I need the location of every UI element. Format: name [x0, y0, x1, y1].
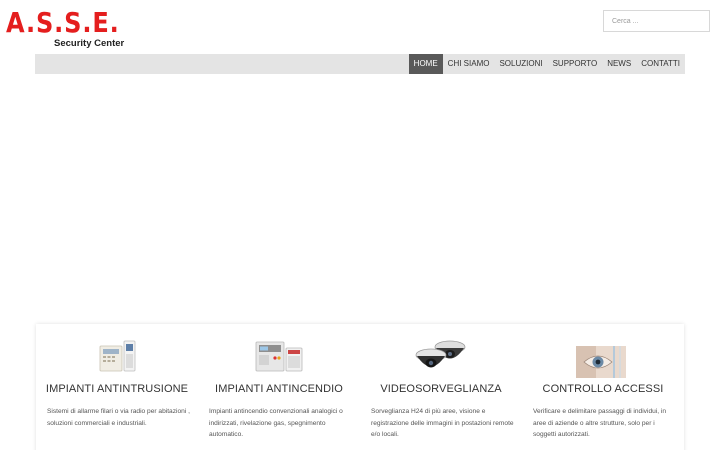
feature-antintrusione: IMPIANTI ANTINTRUSIONE Sistemi di allarm… [36, 324, 198, 450]
feature-title: IMPIANTI ANTINCENDIO [215, 383, 343, 395]
main-navigation: HOME CHI SIAMO SOLUZIONI SUPPORTO NEWS C… [35, 54, 685, 74]
feature-description: Verificare e delimitare passaggi di indi… [533, 408, 667, 438]
nav-menu: HOME CHI SIAMO SOLUZIONI SUPPORTO NEWS C… [408, 54, 685, 74]
nav-item-news[interactable]: NEWS [602, 54, 636, 74]
nav-item-chi-siamo[interactable]: CHI SIAMO [443, 54, 495, 74]
feature-description: Sorveglianza H24 di più aree, visione e … [371, 408, 514, 438]
feature-title: IMPIANTI ANTINTRUSIONE [45, 383, 189, 395]
alarm-panel-icon [99, 340, 136, 372]
logo-tagline: Security Center [54, 38, 125, 49]
feature-title: VIDEOSORVEGLIANZA [380, 383, 502, 395]
nav-item-home[interactable]: HOME [408, 54, 443, 74]
search-input[interactable] [603, 10, 710, 32]
nav-item-soluzioni[interactable]: SOLUZIONI [494, 54, 547, 74]
nav-item-contatti[interactable]: CONTATTI [636, 54, 685, 74]
dome-cameras-icon [415, 340, 466, 368]
eye-scan-icon [576, 346, 626, 378]
feature-videosorveglianza: VIDEOSORVEGLIANZA Sorveglianza H24 di pi… [360, 324, 522, 450]
features-section: IMPIANTI ANTINTRUSIONE Sistemi di allarm… [36, 324, 684, 450]
nav-item-supporto[interactable]: SUPPORTO [548, 54, 603, 74]
site-logo[interactable]: A.S.S.E. Security Center [6, 8, 130, 50]
feature-controllo-accessi: CONTROLLO ACCESSI Verificare e delimitar… [522, 324, 684, 450]
feature-title: CONTROLLO ACCESSI [542, 383, 664, 395]
logo-text: A.S.S.E. [6, 6, 120, 39]
fire-panel-icon [255, 341, 303, 372]
feature-antincendio: IMPIANTI ANTINCENDIO Impianti antincendi… [198, 324, 360, 450]
hero-slider [35, 78, 685, 318]
feature-description: Impianti antincendio convenzionali analo… [209, 408, 343, 438]
feature-description: Sistemi di allarme filari o via radio pe… [47, 408, 190, 427]
